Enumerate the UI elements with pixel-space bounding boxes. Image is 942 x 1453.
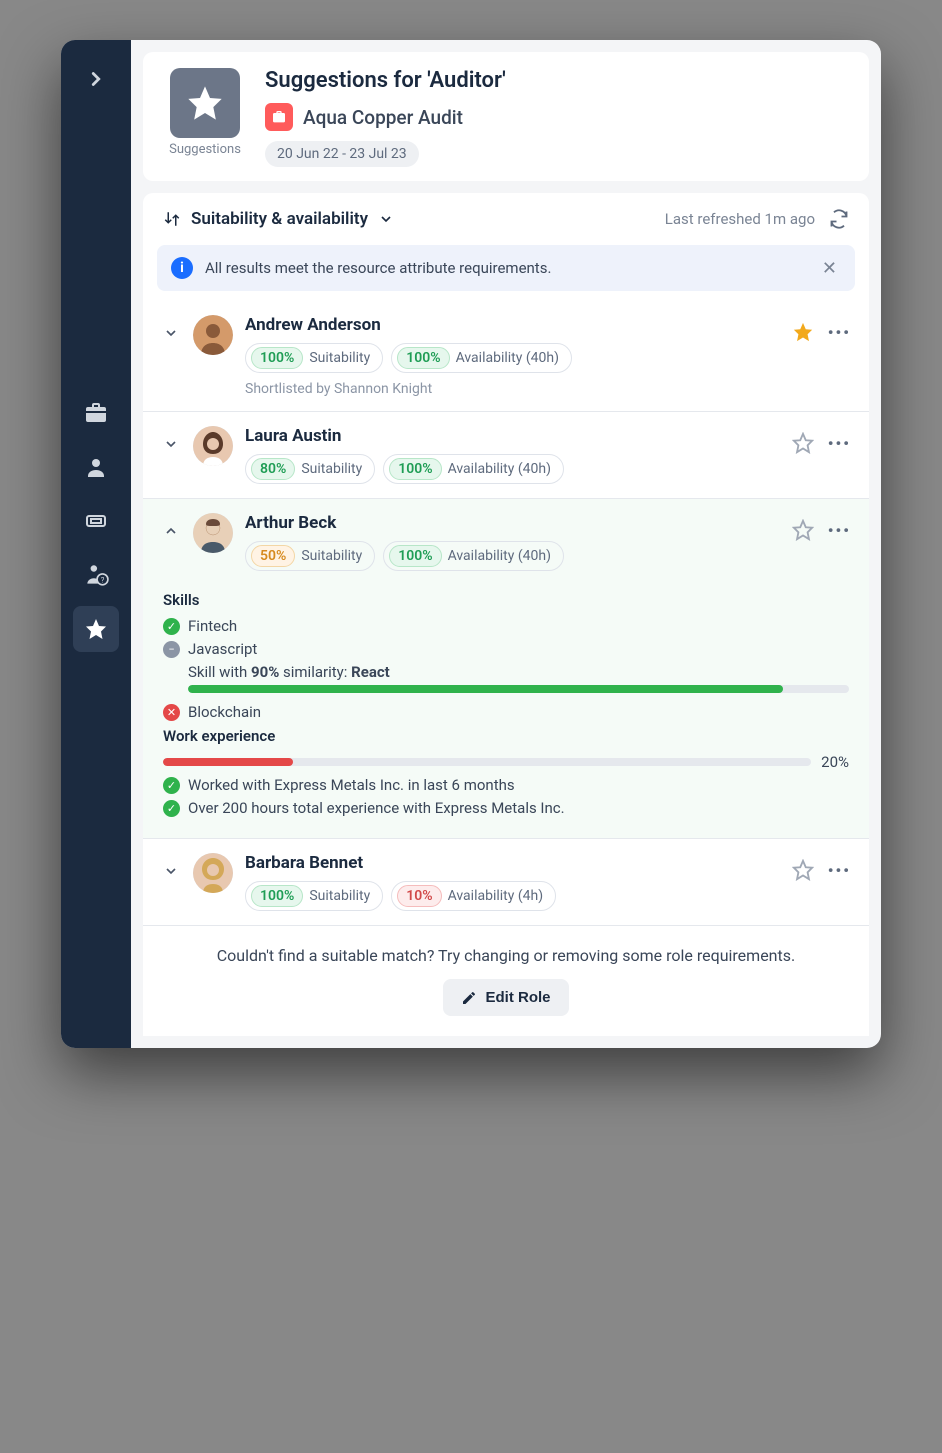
expand-toggle[interactable] — [161, 853, 181, 879]
suitability-badge: 100%Suitability — [245, 343, 383, 373]
edit-role-label: Edit Role — [485, 989, 550, 1006]
availability-badge: 100%Availability (40h) — [391, 343, 572, 373]
svg-text:?: ? — [101, 576, 105, 585]
avatar — [193, 513, 233, 553]
date-range: 20 Jun 22 - 23 Jul 23 — [265, 141, 419, 167]
briefcase-icon — [265, 103, 293, 131]
sidebar-item-ticket[interactable] — [73, 498, 119, 544]
availability-badge: 10%Availability (4h) — [391, 881, 556, 911]
refresh-button[interactable] — [829, 209, 849, 229]
skill-item: −Javascript — [163, 640, 849, 658]
status-icon: − — [163, 641, 180, 658]
more-button[interactable]: ••• — [828, 521, 851, 540]
suitability-badge: 80%Suitability — [245, 454, 375, 484]
main-content: Suggestions Suggestions for 'Auditor' Aq… — [131, 40, 881, 1048]
more-button[interactable]: ••• — [828, 323, 851, 342]
sidebar-item-person[interactable] — [73, 444, 119, 490]
sidebar: ? — [61, 40, 131, 1048]
person-row: Laura Austin 80%Suitability 100%Availabili… — [143, 411, 869, 498]
person-name: Laura Austin — [245, 426, 780, 446]
person-row: Andrew Anderson 100%Suitability 100%Availa… — [143, 301, 869, 411]
detail-panel: Skills ✓Fintech −Javascript Skill with 90% … — [143, 591, 869, 838]
close-icon[interactable]: ✕ — [818, 258, 841, 279]
sidebar-item-help[interactable]: ? — [73, 552, 119, 598]
chevron-down-icon — [378, 211, 394, 227]
status-icon: ✓ — [163, 800, 180, 817]
shortlisted-by: Shortlisted by Shannon Knight — [245, 381, 780, 397]
expand-toggle[interactable] — [161, 513, 181, 539]
refreshed-label: Last refreshed 1m ago — [665, 210, 815, 228]
status-icon: ✓ — [163, 777, 180, 794]
experience-label: Work experience — [163, 727, 849, 745]
person-row: Barbara Bennet 100%Suitability 10%Availabi… — [143, 838, 869, 925]
more-button[interactable]: ••• — [828, 434, 851, 453]
similarity-bar — [188, 685, 849, 693]
sort-icon — [163, 210, 181, 228]
info-banner: i All results meet the resource attribut… — [157, 245, 855, 291]
status-icon: ✕ — [163, 704, 180, 721]
footer-text: Couldn't find a suitable match? Try chan… — [163, 946, 849, 965]
people-list: Andrew Anderson 100%Suitability 100%Availa… — [143, 301, 869, 925]
person-name: Arthur Beck — [245, 513, 780, 533]
header-card: Suggestions Suggestions for 'Auditor' Aq… — [143, 52, 869, 181]
info-icon: i — [171, 257, 193, 279]
person-name: Barbara Bennet — [245, 853, 780, 873]
star-button[interactable] — [792, 859, 814, 881]
avatar — [193, 315, 233, 355]
sidebar-item-briefcase[interactable] — [73, 390, 119, 436]
avatar — [193, 426, 233, 466]
experience-item: ✓Over 200 hours total experience with Ex… — [163, 799, 849, 817]
skill-item: ✕Blockchain — [163, 703, 849, 721]
project-name: Aqua Copper Audit — [303, 106, 463, 129]
more-button[interactable]: ••• — [828, 861, 851, 880]
availability-badge: 100%Availability (40h) — [383, 541, 564, 571]
person-name: Andrew Anderson — [245, 315, 780, 335]
expand-toggle[interactable] — [161, 426, 181, 452]
star-button[interactable] — [792, 321, 814, 343]
header-icon-label: Suggestions — [169, 142, 241, 157]
footer: Couldn't find a suitable match? Try chan… — [143, 925, 869, 1036]
skills-label: Skills — [163, 591, 849, 609]
experience-item: ✓Worked with Express Metals Inc. in last… — [163, 776, 849, 794]
similarity-text: Skill with 90% similarity: React — [188, 663, 849, 681]
results-card: Suitability & availability Last refreshe… — [143, 193, 869, 1036]
sort-label: Suitability & availability — [191, 209, 368, 229]
sidebar-expand[interactable] — [73, 56, 119, 102]
person-row: Arthur Beck 50%Suitability 100%Availabilit… — [143, 498, 869, 838]
sort-dropdown[interactable]: Suitability & availability — [163, 209, 394, 229]
star-button[interactable] — [792, 519, 814, 541]
avatar — [193, 853, 233, 893]
availability-badge: 100%Availability (40h) — [383, 454, 564, 484]
status-icon: ✓ — [163, 618, 180, 635]
expand-toggle[interactable] — [161, 315, 181, 341]
star-icon — [170, 68, 240, 138]
edit-role-button[interactable]: Edit Role — [443, 979, 568, 1016]
pencil-icon — [461, 990, 477, 1006]
info-text: All results meet the resource attribute … — [205, 259, 806, 277]
suitability-badge: 100%Suitability — [245, 881, 383, 911]
star-button[interactable] — [792, 432, 814, 454]
page-title: Suggestions for 'Auditor' — [265, 68, 506, 93]
skill-item: ✓Fintech — [163, 617, 849, 635]
experience-bar-row: 20% — [163, 753, 849, 771]
suitability-badge: 50%Suitability — [245, 541, 375, 571]
sidebar-item-star[interactable] — [73, 606, 119, 652]
